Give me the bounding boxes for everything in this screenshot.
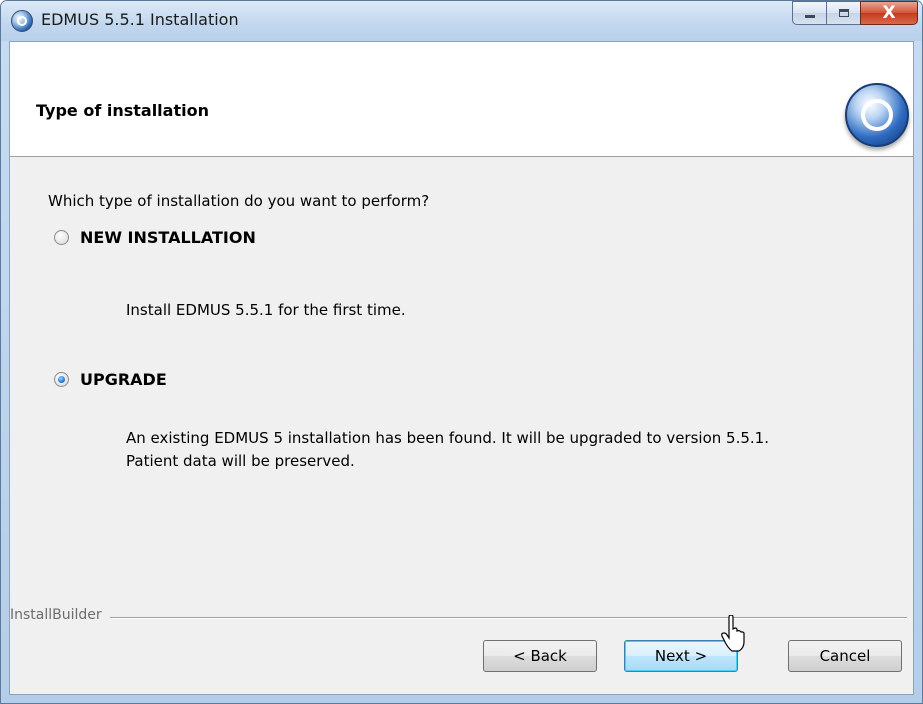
caption-buttons: X <box>792 1 918 27</box>
minimize-button[interactable] <box>792 1 826 25</box>
upgrade-label[interactable]: UPGRADE <box>80 370 167 389</box>
dialog-client-area: Type of installation Which type of insta… <box>9 41 914 695</box>
option-new-installation[interactable]: NEW INSTALLATION <box>54 228 256 247</box>
app-icon <box>11 10 33 32</box>
upgrade-description: An existing EDMUS 5 installation has bee… <box>126 429 769 470</box>
edmus-logo-icon <box>845 83 909 147</box>
back-button[interactable]: < Back <box>483 640 597 672</box>
close-icon: X <box>882 3 896 23</box>
minimize-icon <box>804 15 815 18</box>
maximize-icon <box>838 9 849 17</box>
cancel-button[interactable]: Cancel <box>788 640 902 672</box>
window-title: EDMUS 5.5.1 Installation <box>41 10 239 29</box>
upgrade-radio[interactable] <box>54 372 69 387</box>
installation-type-question: Which type of installation do you want t… <box>48 192 430 210</box>
close-button[interactable]: X <box>860 1 918 25</box>
page-header: Type of installation <box>10 42 913 157</box>
maximize-button[interactable] <box>826 1 860 25</box>
new-installation-description: Install EDMUS 5.5.1 for the first time. <box>126 301 406 319</box>
page-title: Type of installation <box>36 101 209 120</box>
title-bar[interactable]: EDMUS 5.5.1 Installation X <box>1 1 922 41</box>
new-installation-label[interactable]: NEW INSTALLATION <box>80 228 256 247</box>
installer-window: EDMUS 5.5.1 Installation X Type of insta… <box>0 0 923 704</box>
installbuilder-brand: InstallBuilder <box>10 607 108 623</box>
new-installation-radio[interactable] <box>54 230 69 245</box>
footer-divider <box>110 617 907 619</box>
option-upgrade[interactable]: UPGRADE <box>54 370 167 389</box>
mouse-pointer-icon <box>721 615 745 652</box>
